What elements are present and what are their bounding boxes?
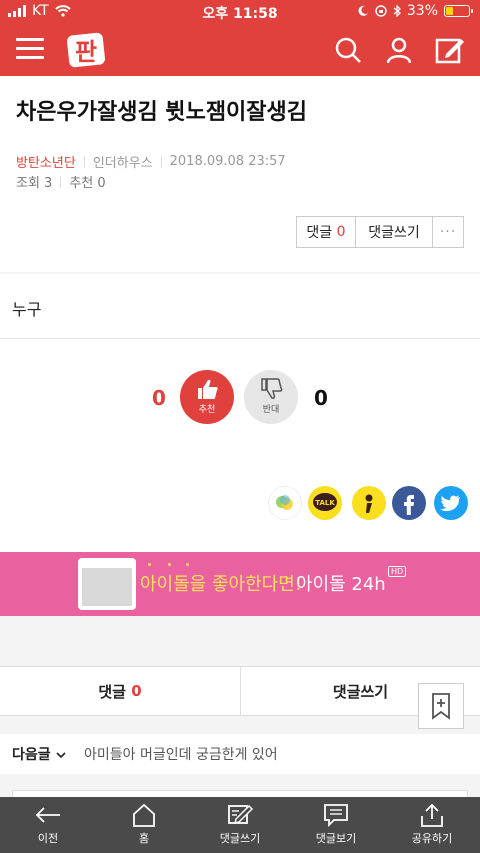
battery-percent: 33%: [406, 3, 438, 19]
spacer: [0, 616, 480, 666]
next-post-title[interactable]: 아미들아 머글인데 궁금한게 있어: [84, 744, 278, 764]
kakaotalk-icon[interactable]: TALK: [308, 486, 342, 520]
article-header: 차은우가잘생김 뷧노잼이잘생김 방탄소년단 인더하우스 2018.09.08 2…: [0, 76, 480, 272]
upvote-label: 추천: [198, 405, 216, 415]
article-title: 차은우가잘생김 뷧노잼이잘생김: [16, 100, 308, 125]
more-button[interactable]: ···: [433, 217, 463, 247]
write-comment-button[interactable]: 댓글쓰기: [356, 217, 433, 247]
next-post-label: 다음글: [12, 744, 66, 764]
author-link[interactable]: 방탄소년단: [16, 152, 76, 171]
chevron-down-icon: [55, 752, 66, 759]
moon-icon: [358, 5, 368, 16]
home-button[interactable]: 홈: [96, 797, 192, 853]
downvote-button[interactable]: 반대: [244, 370, 298, 424]
comment-list-icon: [324, 804, 348, 828]
svg-text:TALK: TALK: [315, 499, 335, 507]
bluetooth-icon: [393, 5, 401, 17]
category-label[interactable]: 인더하우스: [93, 152, 153, 171]
ad-banner[interactable]: 아이돌을 좋아한다면! 아이돌 24h HD: [0, 552, 480, 616]
user-icon[interactable]: [383, 34, 415, 66]
banner-dots: [146, 563, 194, 567]
comment-write-icon: [228, 804, 254, 825]
top-nav: 판: [0, 24, 480, 76]
rotation-lock-icon: [375, 5, 387, 17]
article-body: 누구 0 추천 반대 0 TALK: [0, 274, 480, 552]
downvote-label: 반대: [262, 405, 280, 415]
share-upload-icon: [421, 803, 443, 827]
write-comment-nav-button[interactable]: 댓글쓰기: [192, 797, 288, 853]
pann-logo[interactable]: 판: [66, 30, 106, 70]
hd-badge: HD: [388, 566, 407, 577]
bookmark-button[interactable]: [418, 683, 464, 729]
upvote-button[interactable]: 추천: [180, 370, 234, 424]
home-icon: [133, 803, 155, 827]
comment-count-button[interactable]: 댓글 0: [297, 217, 356, 247]
divider: [0, 338, 480, 339]
facebook-icon[interactable]: [392, 486, 426, 520]
menu-icon[interactable]: [16, 38, 44, 62]
view-count: 조회 3: [16, 176, 53, 191]
upvote-count: 0: [152, 386, 166, 410]
phone-illustration: [78, 558, 136, 610]
share-button[interactable]: 공유하기: [384, 797, 480, 853]
article-meta: 방탄소년단 인더하우스 2018.09.08 23:57: [16, 152, 286, 171]
article-actions: 댓글 0 댓글쓰기 ···: [296, 216, 464, 248]
back-button[interactable]: 이전: [0, 797, 96, 853]
article-text: 누구: [12, 300, 42, 319]
comment-bar: 댓글 0 댓글쓰기: [0, 666, 480, 716]
post-datetime: 2018.09.08 23:57: [169, 154, 286, 169]
next-post[interactable]: 다음글 아미들아 머글인데 궁금한게 있어: [0, 734, 480, 774]
thumbs-up-icon: [198, 379, 218, 399]
banner-text-primary: 아이돌을 좋아한다면!: [140, 574, 302, 595]
article-stats: 조회 3 추천 0: [16, 172, 106, 191]
battery-icon: [444, 5, 473, 17]
thumbs-down-icon: [261, 378, 283, 399]
recommend-count: 추천 0: [69, 176, 106, 191]
kakaostory-icon[interactable]: [352, 486, 386, 520]
svg-text:판: 판: [75, 38, 97, 66]
share-icon[interactable]: [268, 486, 302, 520]
bookmark-add-icon: [432, 693, 450, 720]
downvote-count: 0: [314, 386, 328, 410]
bottom-toolbar: 이전 홈 댓글쓰기 댓글보기 공유하기: [0, 797, 480, 853]
twitter-icon[interactable]: [434, 486, 468, 520]
arrow-left-icon: [35, 807, 60, 823]
status-bar: KT 오후 11:58 33%: [0, 0, 480, 24]
comment-tab[interactable]: 댓글 0: [0, 667, 240, 715]
banner-text-secondary: 아이돌 24h: [296, 574, 386, 595]
write-icon[interactable]: [433, 34, 465, 66]
search-icon[interactable]: [332, 34, 364, 66]
view-comments-button[interactable]: 댓글보기: [288, 797, 384, 853]
